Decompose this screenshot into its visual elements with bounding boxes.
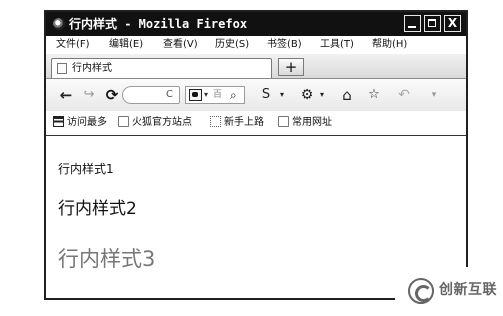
bookmark-folder-icon [210, 116, 221, 127]
bookmarks-toolbar: 访问最多 火狐官方站点 新手上路 常用网址 [46, 111, 466, 136]
watermark: 创新互联 [398, 270, 503, 316]
bookmark-label: 常用网址 [292, 117, 332, 128]
more-menu-icon[interactable]: ▾ [429, 87, 439, 103]
close-button[interactable]: X [444, 15, 461, 32]
screenshot-stage: 行内样式 - Mozilla Firefox X 文件(F) 编辑(E) 查看(… [0, 0, 503, 316]
window-titlebar[interactable]: 行内样式 - Mozilla Firefox X [46, 12, 466, 36]
go-icon[interactable]: C [166, 87, 178, 103]
bookmark-label: 火狐官方站点 [132, 117, 192, 128]
bookmark-icon[interactable]: ☆ [365, 87, 383, 103]
reload-icon[interactable]: ⟳ [104, 87, 120, 103]
bookmark-firefox-site[interactable]: 火狐官方站点 [118, 111, 192, 135]
firefox-window: 行内样式 - Mozilla Firefox X 文件(F) 编辑(E) 查看(… [44, 10, 468, 300]
tab-title: 行内样式 [72, 63, 112, 74]
search-engine-dropdown-icon[interactable]: ▾ [204, 87, 212, 103]
inline-style-line-2: 行内样式2 [58, 199, 137, 219]
bookmark-folder-icon [118, 116, 129, 127]
tab-strip: 行内样式 + [46, 54, 466, 79]
undo-icon[interactable]: ↶ [393, 87, 415, 103]
menu-file[interactable]: 文件(F) [56, 36, 90, 54]
bookmark-most-visited[interactable]: 访问最多 [53, 111, 107, 135]
menu-bar: 文件(F) 编辑(E) 查看(V) 历史(S) 书签(B) 工具(T) 帮助(H… [46, 36, 466, 54]
page-icon [57, 63, 67, 74]
menu-history[interactable]: 历史(S) [215, 36, 249, 54]
watermark-logo-icon [408, 278, 434, 304]
inline-style-line-1: 行内样式1 [58, 162, 114, 176]
addon-icon[interactable]: ⚙ [298, 87, 316, 103]
watermark-text: 创新互联 [439, 282, 497, 298]
script-blocker-menu-icon[interactable]: ▾ [278, 87, 286, 103]
active-tab[interactable]: 行内样式 [51, 58, 272, 78]
maximize-icon [428, 19, 436, 27]
menu-edit[interactable]: 编辑(E) [109, 36, 143, 54]
bookmark-getting-started[interactable]: 新手上路 [210, 111, 264, 135]
menu-view[interactable]: 查看(V) [163, 36, 198, 54]
menu-tools[interactable]: 工具(T) [320, 36, 354, 54]
maximize-button[interactable] [424, 15, 441, 32]
firefox-icon [53, 18, 65, 30]
script-blocker-icon[interactable]: S [257, 87, 275, 103]
inline-style-line-3: 行内样式3 [58, 247, 156, 271]
back-icon[interactable]: ← [58, 87, 74, 103]
navigation-toolbar: ← ↪ ⟳ C ▾ 百 ⌕ S ▾ ⚙ ▾ ⌂ ☆ ↶ ▾ [46, 79, 466, 111]
home-icon[interactable]: ⌂ [338, 87, 356, 103]
most-visited-icon [53, 116, 64, 127]
bookmark-common-sites[interactable]: 常用网址 [278, 111, 332, 135]
address-bar[interactable]: C [122, 86, 180, 104]
minimize-icon [408, 26, 416, 28]
minimize-button[interactable] [404, 15, 421, 32]
search-icon[interactable]: ⌕ [230, 87, 243, 103]
forward-icon[interactable]: ↪ [81, 87, 97, 103]
search-placeholder: 百 [213, 90, 223, 100]
bookmark-label: 新手上路 [224, 117, 264, 128]
new-tab-button[interactable]: + [278, 58, 304, 76]
menu-bookmarks[interactable]: 书签(B) [267, 36, 302, 54]
addon-menu-icon[interactable]: ▾ [318, 87, 326, 103]
close-icon: X [447, 16, 458, 30]
search-engine-icon[interactable] [189, 89, 202, 101]
window-title: 行内样式 - Mozilla Firefox [69, 17, 248, 31]
menu-help[interactable]: 帮助(H) [372, 36, 407, 54]
search-box[interactable]: ▾ 百 ⌕ [185, 86, 245, 104]
bookmark-label: 访问最多 [67, 117, 107, 128]
bookmark-folder-icon [278, 116, 289, 127]
